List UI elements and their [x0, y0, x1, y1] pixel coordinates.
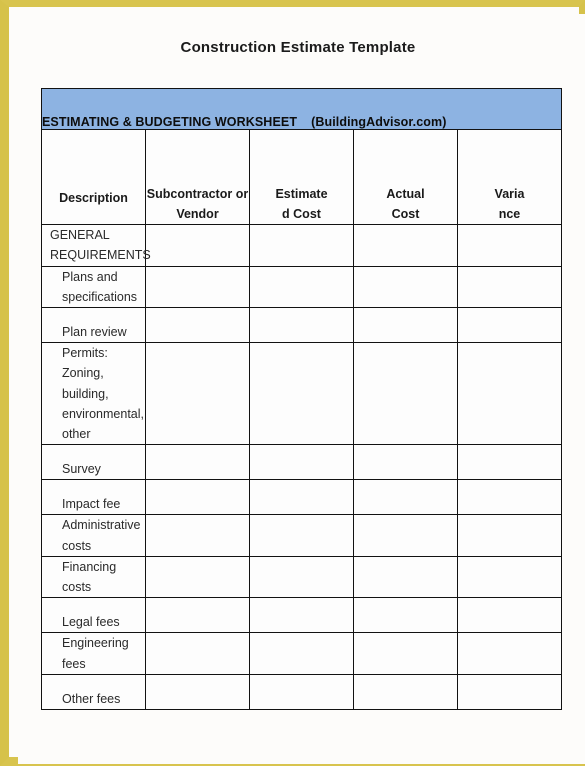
table-row: Engineering fees: [41, 632, 562, 675]
column-header-estimated-cost-line1: Estimate: [275, 187, 328, 202]
cell-description[interactable]: Impact fee: [41, 479, 146, 516]
table-row: Legal fees: [41, 597, 562, 634]
table-row: Plan review: [41, 307, 562, 343]
table-row: GENERAL REQUIREMENTS: [41, 224, 562, 267]
cell-description[interactable]: Permits: Zoning, building, environmental,…: [41, 341, 146, 446]
column-header-subcontractor-line2: Vendor: [176, 206, 219, 221]
banner-title: ESTIMATING & BUDGETING WORKSHEET: [42, 115, 298, 129]
cell-variance[interactable]: [457, 224, 562, 267]
table-row: Permits: Zoning, building, environmental,…: [41, 341, 562, 446]
column-header-actual-cost: Actual Cost: [353, 129, 458, 225]
cell-subcontractor[interactable]: [145, 479, 250, 516]
cell-estimated-cost[interactable]: [249, 341, 354, 446]
cell-variance[interactable]: [457, 265, 562, 308]
cell-actual-cost[interactable]: [353, 265, 458, 308]
cell-variance[interactable]: [457, 479, 562, 516]
cell-subcontractor[interactable]: [145, 224, 250, 267]
table-row: Financing costs: [41, 555, 562, 599]
cell-estimated-cost[interactable]: [249, 632, 354, 675]
cell-variance[interactable]: [457, 341, 562, 446]
cell-subcontractor[interactable]: [145, 555, 250, 599]
cell-actual-cost[interactable]: [353, 555, 458, 599]
cell-description[interactable]: Engineering fees: [41, 632, 146, 675]
table-row: Other fees: [41, 673, 562, 710]
column-header-actual-cost-line1: Actual: [386, 187, 425, 202]
column-header-estimated-cost-line2: d Cost: [282, 206, 321, 221]
cell-description[interactable]: Plans and specifications: [41, 265, 146, 308]
cell-estimated-cost[interactable]: [249, 555, 354, 599]
cell-description-line1: Permits: Zoning, building,: [62, 346, 109, 401]
cell-subcontractor[interactable]: [145, 307, 250, 343]
worksheet-banner-cell: ESTIMATING & BUDGETING WORKSHEET (Buildin…: [41, 88, 562, 130]
worksheet-banner-row: ESTIMATING & BUDGETING WORKSHEET (Buildin…: [41, 88, 562, 130]
cell-subcontractor[interactable]: [145, 444, 250, 481]
cell-estimated-cost[interactable]: [249, 479, 354, 516]
cell-actual-cost[interactable]: [353, 341, 458, 446]
cell-description[interactable]: Plan review: [41, 307, 146, 343]
column-header-subcontractor: Subcontractor or Vendor: [145, 129, 250, 225]
cell-actual-cost[interactable]: [353, 597, 458, 634]
table-row: Survey: [41, 444, 562, 481]
table-row: Impact fee: [41, 479, 562, 516]
estimate-worksheet-table: ESTIMATING & BUDGETING WORKSHEET (Buildin…: [41, 88, 562, 710]
column-header-subcontractor-line1: Subcontractor or: [146, 187, 249, 202]
cell-variance[interactable]: [457, 632, 562, 675]
cell-description[interactable]: Legal fees: [41, 597, 146, 634]
cell-actual-cost[interactable]: [353, 479, 458, 516]
cell-subcontractor[interactable]: [145, 514, 250, 557]
worksheet-body: GENERAL REQUIREMENTS Plans and specificat…: [41, 224, 562, 710]
cell-estimated-cost[interactable]: [249, 265, 354, 308]
banner-source: (BuildingAdvisor.com): [311, 115, 447, 129]
column-header-actual-cost-line2: Cost: [391, 206, 420, 221]
page-frame: Construction Estimate Template ESTIMATIN…: [0, 0, 585, 766]
cell-description[interactable]: Administrative costs: [41, 514, 146, 557]
cell-actual-cost[interactable]: [353, 224, 458, 267]
column-header-variance-line1: Varia: [494, 187, 525, 202]
table-row: Administrative costs: [41, 514, 562, 557]
column-header-variance: Varia nce: [457, 129, 562, 225]
cell-variance[interactable]: [457, 514, 562, 557]
cell-description-line2: environmental, other: [62, 406, 144, 441]
cell-actual-cost[interactable]: [353, 514, 458, 557]
column-header-variance-line2: nce: [498, 206, 521, 221]
cell-subcontractor[interactable]: [145, 632, 250, 675]
cell-estimated-cost[interactable]: [249, 307, 354, 343]
cell-variance[interactable]: [457, 444, 562, 481]
cell-actual-cost[interactable]: [353, 673, 458, 710]
cell-variance[interactable]: [457, 597, 562, 634]
cell-estimated-cost[interactable]: [249, 673, 354, 710]
cell-description[interactable]: Financing costs: [41, 555, 146, 599]
column-header-description: Description: [41, 129, 146, 225]
cell-variance[interactable]: [457, 555, 562, 599]
page-content-area: Construction Estimate Template ESTIMATIN…: [18, 14, 585, 764]
cell-description[interactable]: Other fees: [41, 673, 146, 710]
cell-variance[interactable]: [457, 673, 562, 710]
cell-estimated-cost[interactable]: [249, 224, 354, 267]
column-header-estimated-cost: Estimate d Cost: [249, 129, 354, 225]
page-title: Construction Estimate Template: [180, 39, 416, 56]
column-header-row: Description Subcontractor or Vendor Esti…: [41, 129, 562, 225]
cell-estimated-cost[interactable]: [249, 597, 354, 634]
cell-variance[interactable]: [457, 307, 562, 343]
cell-estimated-cost[interactable]: [249, 444, 354, 481]
cell-description[interactable]: GENERAL REQUIREMENTS: [41, 224, 151, 267]
cell-actual-cost[interactable]: [353, 307, 458, 343]
cell-subcontractor[interactable]: [145, 341, 250, 446]
cell-actual-cost[interactable]: [353, 444, 458, 481]
cell-description[interactable]: Survey: [41, 444, 146, 481]
cell-subcontractor[interactable]: [145, 673, 250, 710]
cell-estimated-cost[interactable]: [249, 514, 354, 557]
cell-subcontractor[interactable]: [145, 265, 250, 308]
table-row: Plans and specifications: [41, 265, 562, 308]
cell-actual-cost[interactable]: [353, 632, 458, 675]
cell-subcontractor[interactable]: [145, 597, 250, 634]
